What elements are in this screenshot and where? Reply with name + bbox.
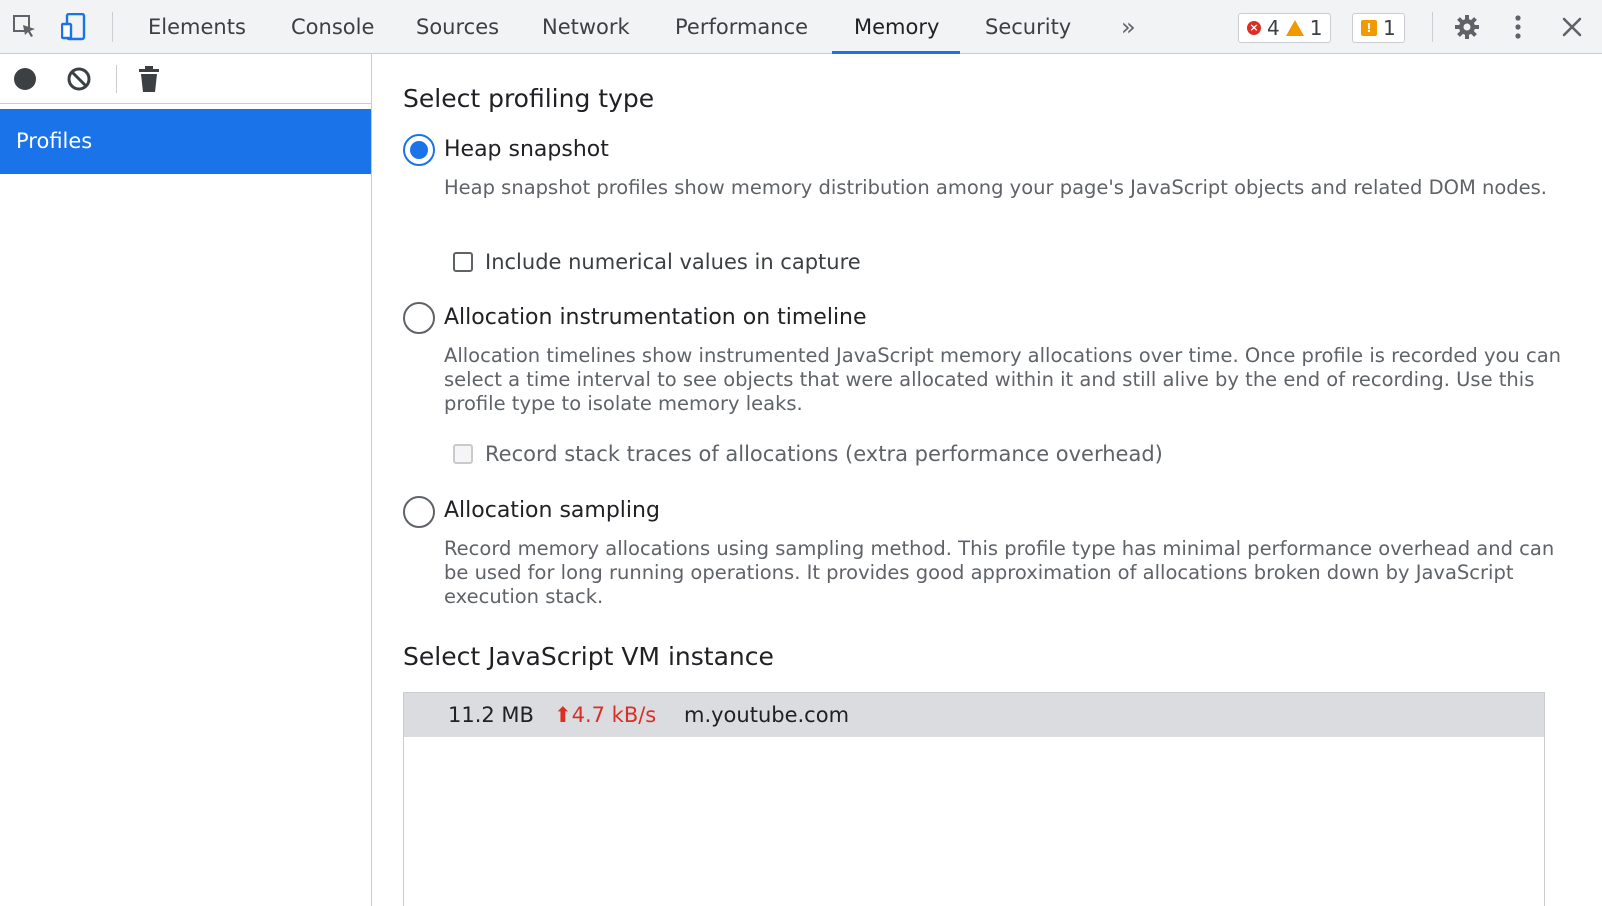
gear-icon[interactable] [1453,13,1481,41]
error-icon: × [1247,21,1261,35]
main-toolbar: Elements Console Sources Network Perform… [0,0,1602,54]
record-stack-traces-label[interactable]: Record stack traces of allocations (extr… [485,442,1163,466]
vm-instance-row[interactable]: 11.2 MB ⬆4.7 kB/s m.youtube.com [404,693,1544,737]
record-icon[interactable] [10,64,40,94]
profiles-sidebar: Profiles [0,54,372,906]
device-toolbar-icon[interactable] [60,13,88,41]
vm-target-url: m.youtube.com [684,703,850,727]
tab-console[interactable]: Console [289,0,376,54]
vm-instance-list: 11.2 MB ⬆4.7 kB/s m.youtube.com [403,692,1545,906]
record-stack-traces-checkbox[interactable] [453,444,473,464]
heap-snapshot-label[interactable]: Heap snapshot [444,137,609,162]
vm-instance-title: Select JavaScript VM instance [403,642,774,671]
tab-network[interactable]: Network [540,0,632,54]
close-icon[interactable] [1558,13,1586,41]
include-numerical-values-label[interactable]: Include numerical values in capture [485,250,861,274]
profile-launcher: Select profiling type Heap snapshot Heap… [373,54,1602,906]
profiling-type-title: Select profiling type [403,84,655,113]
toolbar-separator [112,12,113,42]
allocation-sampling-label[interactable]: Allocation sampling [444,498,660,523]
allocation-sampling-description: Record memory allocations using sampling… [444,537,1555,608]
errors-count: 4 [1267,16,1280,40]
issues-count: 1 [1383,16,1396,40]
heap-snapshot-description: Heap snapshot profiles show memory distr… [444,176,1548,199]
devtools-window: Elements Console Sources Network Perform… [0,0,1602,906]
sidebar-toolbar [0,54,371,104]
warnings-count: 1 [1309,16,1323,40]
inspect-element-icon[interactable] [11,13,39,41]
more-tabs-button[interactable]: » [1121,0,1136,54]
warning-icon [1285,20,1304,36]
include-numerical-values-checkbox[interactable] [453,252,473,272]
issue-icon: ! [1361,20,1377,36]
trash-icon[interactable] [134,64,164,94]
heap-snapshot-radio[interactable] [403,134,435,166]
allocation-timeline-radio[interactable] [403,302,435,334]
allocation-timeline-label[interactable]: Allocation instrumentation on timeline [444,305,867,330]
issues-counter[interactable]: ! 1 [1352,13,1405,43]
kebab-menu-icon[interactable] [1504,13,1532,41]
tab-memory[interactable]: Memory [852,0,941,54]
vm-heap-size: 11.2 MB [448,703,534,727]
clear-icon[interactable] [64,64,94,94]
vm-allocation-rate: ⬆4.7 kB/s [554,703,657,727]
tab-sources[interactable]: Sources [414,0,501,54]
console-counter[interactable]: × 4 1 [1238,13,1332,43]
allocation-sampling-radio[interactable] [403,496,435,528]
toolbar-separator [1432,12,1433,42]
tab-security[interactable]: Security [983,0,1073,54]
tab-performance[interactable]: Performance [673,0,810,54]
sidebar-item-profiles[interactable]: Profiles [0,109,371,174]
allocation-timeline-description: Allocation timelines show instrumented J… [444,344,1562,415]
tab-elements[interactable]: Elements [146,0,248,54]
sidebar-separator [116,65,117,93]
